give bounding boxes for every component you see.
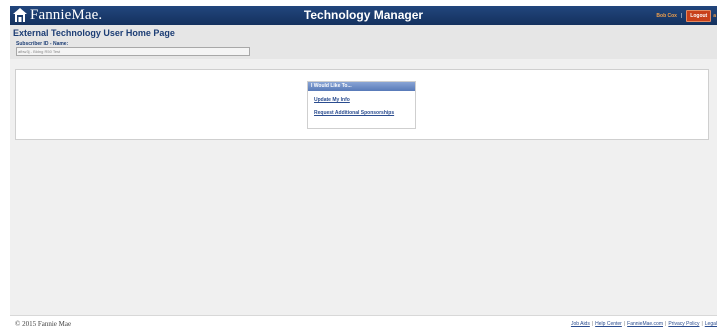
subscriber-field[interactable]: afbw3j - Bldng R50 Test [16, 47, 250, 56]
clipped-header-text: a [713, 13, 716, 19]
i-would-like-to-box: I Would Like To... Update My Info Reques… [307, 81, 416, 129]
update-my-info-link[interactable]: Update My Info [314, 97, 415, 103]
footer-link-legal[interactable]: Legal [705, 321, 717, 327]
footer-separator: | [623, 321, 626, 327]
app-title: Technology Manager [303, 8, 424, 22]
footer-link-job-aids[interactable]: Job Aids [571, 321, 590, 327]
content-area: I Would Like To... Update My Info Reques… [10, 59, 717, 315]
footer: © 2015 Fannie Mae Job Aids | Help Center… [10, 315, 717, 331]
user-separator: | [680, 13, 683, 19]
footer-link-privacy-policy[interactable]: Privacy Policy [668, 321, 699, 327]
user-name: Bob Cox [656, 13, 677, 19]
footer-link-fanniemae-com[interactable]: FannieMae.com [627, 321, 663, 327]
footer-separator: | [591, 321, 594, 327]
content-panel: I Would Like To... Update My Info Reques… [15, 69, 709, 140]
page-title: External Technology User Home Page [13, 28, 175, 38]
footer-separator: | [701, 321, 703, 327]
footer-separator: | [665, 321, 667, 327]
copyright: © 2015 Fannie Mae [15, 320, 72, 328]
title-strip: External Technology User Home Page Subsc… [10, 25, 717, 59]
logout-button[interactable]: Logout [686, 10, 712, 22]
footer-link-help-center[interactable]: Help Center [595, 321, 622, 327]
request-additional-sponsorships-link[interactable]: Request Additional Sponsorships [314, 110, 415, 116]
page: FannieMae. Technology Manager Bob Cox | … [0, 0, 717, 331]
action-box-header: I Would Like To... [308, 82, 415, 91]
footer-links: Job Aids | Help Center | FannieMae.com |… [571, 321, 717, 327]
header-bar: FannieMae. Technology Manager Bob Cox | … [10, 6, 717, 25]
user-area: Bob Cox | Logout a [656, 10, 717, 22]
